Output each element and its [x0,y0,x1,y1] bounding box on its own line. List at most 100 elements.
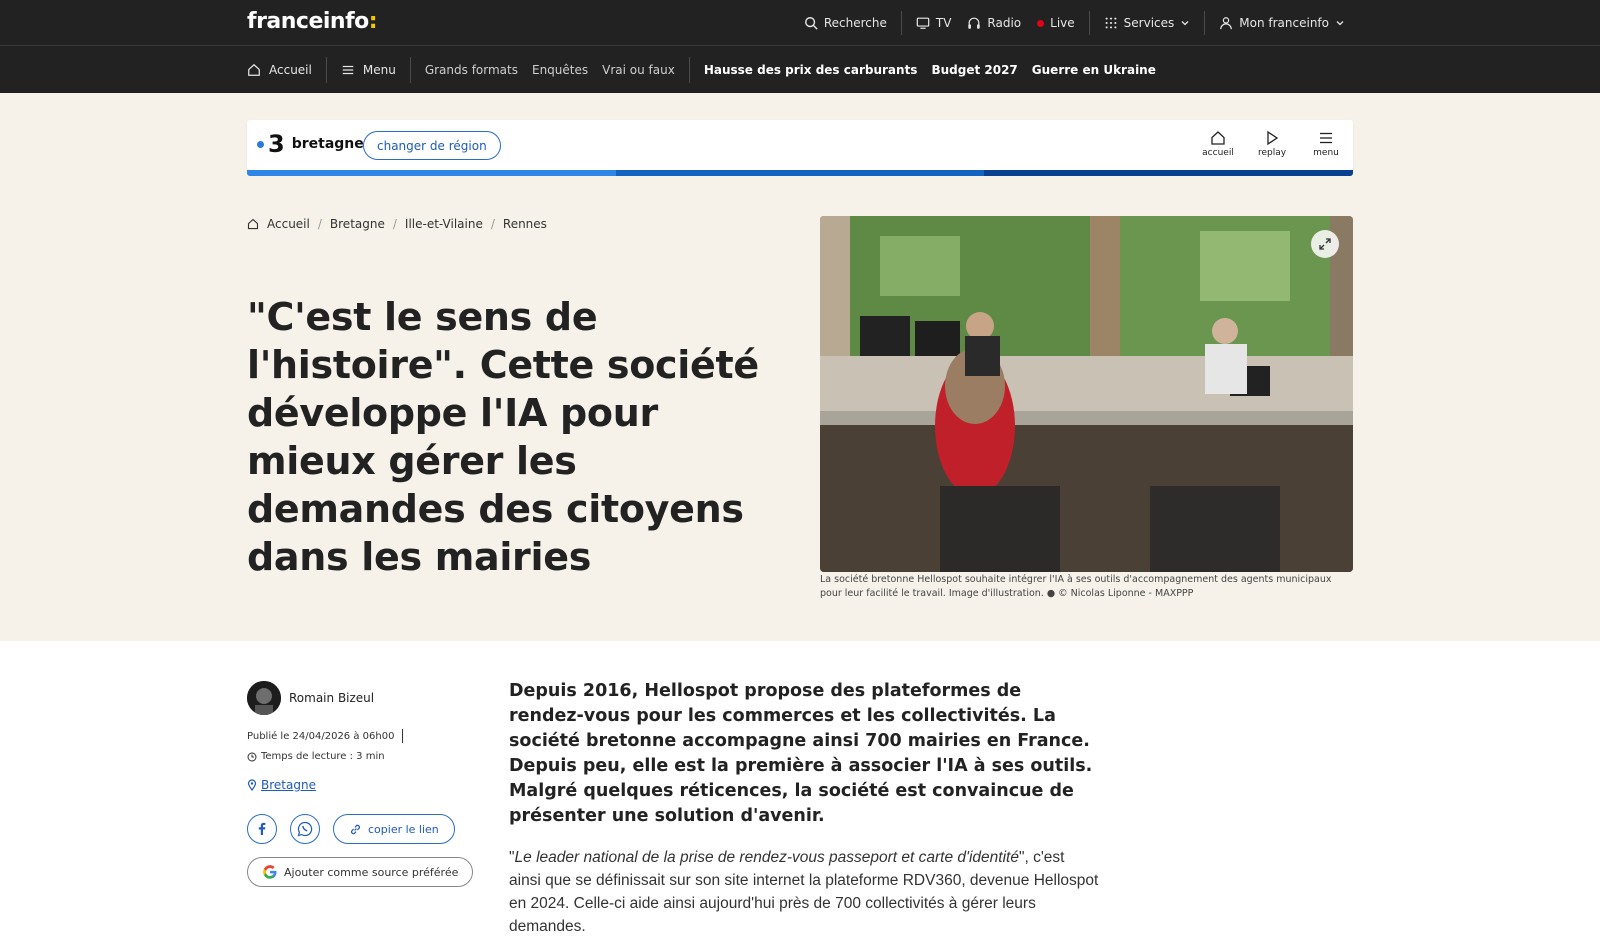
published-date: Publié le 24/04/2026 à 06h00 [247,729,404,743]
author-name: Romain Bizeul [289,691,375,705]
google-source-label: Ajouter comme source préférée [284,865,459,879]
grid-icon [1105,17,1117,29]
divider [325,56,327,83]
nav-link-grands-formats[interactable]: Grands formats [418,63,525,77]
published-label: Publié le 24/04/2026 à 06h00 [247,730,395,742]
divider [688,56,690,83]
share-whatsapp-button[interactable] [290,814,320,844]
chevron-down-icon [1336,21,1344,26]
account-dropdown[interactable]: Mon franceinfo [1211,16,1353,30]
breadcrumb: Accueil / Bretagne / Ille-et-Vilaine / R… [247,217,547,231]
divider [900,11,902,35]
region-home-button[interactable]: accueil [1201,130,1235,158]
search-label: Recherche [823,16,887,30]
search-icon [804,17,818,30]
region-banner: 3 bretagne changer de région accueil rep… [247,120,1353,176]
home-icon [247,218,259,230]
region-replay-label: replay [1257,148,1287,158]
article-title: "C'est le sens de l'histoire". Cette soc… [247,295,759,579]
tv-link[interactable]: TV [908,16,960,30]
article-photo[interactable] [820,216,1353,572]
copy-link-button[interactable]: copier le lien [333,814,455,844]
home-icon [1211,131,1225,145]
share-bar: copier le lien [247,814,455,844]
expand-icon [1319,238,1331,250]
divider [402,729,404,743]
location-label: Bretagne [261,778,316,792]
logo-dot-icon [257,140,264,148]
live-link[interactable]: Live [1029,16,1083,30]
home-icon [248,63,260,76]
breadcrumb-ille-et-vilaine[interactable]: Ille-et-Vilaine [405,217,483,231]
divider [1088,11,1090,35]
top-nav: Recherche TV Radio Live Services Mon fra… [796,0,1353,46]
author-avatar [247,681,281,715]
radio-link[interactable]: Radio [959,16,1029,30]
services-dropdown[interactable]: Services [1096,16,1199,30]
location-pin-icon [247,779,257,791]
author-block[interactable]: Romain Bizeul [247,681,374,715]
breadcrumb-separator: / [392,217,397,231]
hot-topic-carburants[interactable]: Hausse des prix des carburants [697,63,925,77]
photo-caption: La société bretonne Hellospot souhaite i… [820,574,1332,599]
reading-time: Temps de lecture : 3 min [247,751,385,762]
nav-link-vrai-ou-faux[interactable]: Vrai ou faux [595,63,682,77]
facebook-icon [258,822,266,835]
region-home-label: accueil [1202,148,1234,158]
search-button[interactable]: Recherche [796,16,895,30]
region-name: bretagne [291,136,364,152]
google-preferred-source-button[interactable]: Ajouter comme source préférée [247,857,474,887]
expand-image-button[interactable] [1311,230,1339,258]
hamburger-icon [1320,132,1332,144]
article-lede: Depuis 2016, Hellospot propose des plate… [509,681,1093,826]
services-label: Services [1123,16,1175,30]
nav-home-label: Accueil [269,62,312,77]
top-header: franceinfo: Recherche TV Radio Live Serv… [0,0,1600,46]
copy-link-label: copier le lien [368,822,439,836]
live-label: Live [1050,16,1075,30]
hot-topic-ukraine[interactable]: Guerre en Ukraine [1025,63,1163,77]
tv-icon [916,17,930,29]
hot-topic-budget[interactable]: Budget 2027 [924,63,1024,77]
share-facebook-button[interactable] [247,814,277,844]
tv-label: TV [935,16,952,30]
play-icon [1267,130,1279,146]
body-quote: Le leader national de la prise de rendez… [514,849,1019,866]
mairie-office-illustration [820,216,1353,572]
article-hero: 3 bretagne changer de région accueil rep… [0,93,1600,641]
location-link[interactable]: Bretagne [247,778,316,792]
account-label: Mon franceinfo [1239,16,1329,30]
region-color-strip [247,170,1353,176]
nav-home[interactable]: Accueil [247,63,319,77]
region-menu-label: menu [1313,148,1339,158]
divider [1204,11,1206,35]
reading-time-label: Temps de lecture : 3 min [261,751,385,762]
region-number: 3 [268,130,285,158]
divider [409,56,411,83]
headphones-icon [968,17,981,29]
breadcrumb-separator: / [317,217,322,231]
region-menu-button[interactable]: menu [1309,130,1343,158]
nav-menu-label: Menu [362,62,396,77]
article-body-paragraph: "Le leader national de la prise de rende… [509,849,1099,935]
radio-label: Radio [987,16,1022,30]
region-nav: accueil replay menu [1201,130,1343,158]
main-nav: Accueil Menu Grands formats Enquêtes Vra… [0,46,1600,93]
breadcrumb-accueil[interactable]: Accueil [267,217,310,231]
chevron-down-icon [1181,21,1189,26]
clock-icon [247,752,257,761]
france3-bretagne-logo[interactable]: 3 bretagne [257,132,364,156]
nav-menu[interactable]: Menu [334,63,403,77]
hamburger-icon [342,65,354,74]
link-icon [351,824,360,834]
franceinfo-logo[interactable]: franceinfo: [247,9,378,34]
user-icon [1220,17,1233,30]
nav-link-enquetes[interactable]: Enquêtes [525,63,595,77]
breadcrumb-rennes[interactable]: Rennes [503,217,547,231]
breadcrumb-separator: / [490,217,495,231]
change-region-button[interactable]: changer de région [363,131,501,160]
google-icon [263,865,277,879]
region-replay-button[interactable]: replay [1255,130,1289,158]
breadcrumb-bretagne[interactable]: Bretagne [330,217,385,231]
whatsapp-icon [297,821,313,837]
